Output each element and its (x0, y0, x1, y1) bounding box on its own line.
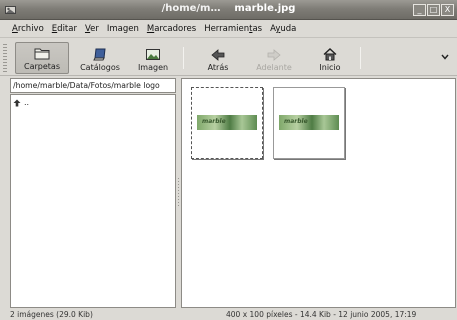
back-arrow-icon (211, 49, 225, 61)
catalogos-label: Catálogos (80, 63, 120, 72)
menu-ayuda[interactable]: Ayuda (270, 24, 296, 34)
status-bar: 2 imágenes (29.0 Kib) 400 x 100 píxeles … (0, 309, 457, 320)
toolbar-grip[interactable] (3, 44, 7, 72)
catalogos-button[interactable]: Catálogos (75, 42, 125, 74)
title-path: /home/m… (161, 3, 221, 14)
folder-tree: .. (10, 94, 176, 308)
atras-label: Atrás (207, 63, 229, 72)
forward-arrow-icon (267, 49, 281, 61)
menu-editar[interactable]: Editar (52, 24, 77, 34)
window-title: /home/m… marble.jpg (0, 3, 457, 14)
thumbnail-logo-text: marble (202, 118, 226, 125)
folder-icon (34, 48, 50, 60)
minimize-button[interactable]: _ (413, 4, 426, 16)
menu-bar: Archivo Editar Ver Imagen Marcadores Her… (0, 21, 457, 38)
parent-folder-icon (13, 99, 21, 106)
catalog-book-icon (93, 48, 106, 61)
status-image-count: 2 imágenes (29.0 Kib) (10, 310, 93, 319)
toolbar: Carpetas Catálogos Imagen Atrás Adelante (0, 39, 457, 76)
splitter-grip (178, 178, 179, 206)
carpetas-button[interactable]: Carpetas (15, 42, 69, 74)
close-button[interactable]: X (441, 4, 454, 16)
menu-herramientas[interactable]: Herramientas (204, 24, 262, 34)
adelante-button[interactable]: Adelante (252, 42, 296, 74)
inicio-button[interactable]: Inicio (313, 42, 347, 74)
menu-ver[interactable]: Ver (85, 24, 99, 34)
menu-archivo[interactable]: Archivo (12, 24, 44, 34)
thumbnail-image: marble (197, 115, 257, 130)
adelante-label: Adelante (256, 63, 292, 72)
tree-item-label: .. (24, 98, 30, 107)
home-icon (323, 48, 337, 61)
location-field[interactable]: /home/marble/Data/Fotos/marble logo (10, 78, 176, 93)
chevron-down-icon[interactable] (441, 54, 449, 60)
maximize-button[interactable]: □ (427, 4, 440, 16)
thumbnail-logo-text: marble (284, 118, 308, 125)
tree-item-parent[interactable]: .. (13, 98, 29, 107)
thumbnail-item[interactable]: marble (191, 87, 263, 159)
title-bar: /home/m… marble.jpg _ □ X (0, 0, 457, 20)
toolbar-separator (360, 47, 361, 69)
atras-button[interactable]: Atrás (199, 42, 237, 74)
thumbnail-image: marble (279, 115, 339, 130)
menu-imagen[interactable]: Imagen (107, 24, 139, 34)
toolbar-separator (183, 47, 184, 69)
image-icon (146, 49, 160, 60)
thumbnail-item[interactable]: marble (273, 87, 345, 159)
inicio-label: Inicio (319, 63, 341, 72)
carpetas-label: Carpetas (24, 62, 60, 71)
menu-marcadores[interactable]: Marcadores (147, 24, 196, 34)
title-filename: marble.jpg (234, 3, 296, 14)
thumbnail-view: marble marble (181, 78, 456, 308)
status-image-info: 400 x 100 píxeles - 14.4 Kib - 12 junio … (226, 310, 417, 319)
imagen-label: Imagen (137, 63, 169, 72)
pane-splitter[interactable] (177, 78, 180, 308)
imagen-button[interactable]: Imagen (131, 42, 175, 74)
